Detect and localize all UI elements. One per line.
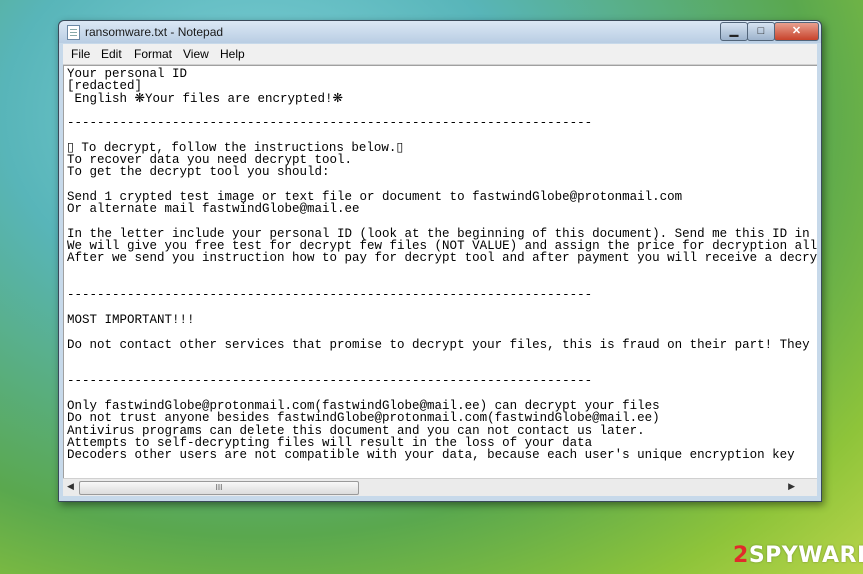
document-text[interactable]: Your personal ID [redacted] English ❋Your… (67, 68, 817, 462)
notepad-icon (67, 25, 80, 40)
document-line: ----------------------------------------… (67, 116, 593, 131)
document-line: Your personal ID (67, 67, 188, 81)
close-button[interactable]: ✕ (774, 22, 819, 41)
size-grip[interactable] (800, 479, 817, 496)
watermark-logo: 2SPYWARE (733, 543, 863, 568)
document-line: Decoders other users are not compatible … (67, 448, 795, 463)
document-line: [redacted] (67, 79, 143, 94)
document-line: English ❋Your files are encrypted!❋ (67, 91, 344, 106)
document-line: To get the decrypt tool you should: (67, 165, 330, 180)
scroll-right-icon[interactable]: ▶ (788, 481, 795, 492)
horizontal-scrollbar[interactable]: ◀ III ▶ (63, 478, 817, 496)
scrollbar-thumb[interactable]: III (79, 481, 359, 495)
minimize-button[interactable]: ▁ (720, 22, 748, 41)
document-line: Or alternate mail fastwindGlobe@mail.ee (67, 202, 360, 217)
watermark-prefix: 2 (733, 543, 749, 568)
title-bar[interactable]: ransomware.txt - Notepad ▁ □ ✕ (59, 21, 821, 43)
watermark-text: SPYWARE (748, 543, 863, 568)
notepad-window: ransomware.txt - Notepad ▁ □ ✕ File Edit… (58, 20, 822, 502)
document-line: Do not contact other services that promi… (67, 337, 810, 352)
document-line: ----------------------------------------… (67, 374, 593, 389)
document-line: MOST IMPORTANT!!! (67, 312, 195, 327)
maximize-button[interactable]: □ (747, 22, 775, 41)
window-title: ransomware.txt - Notepad (85, 25, 224, 39)
menu-file[interactable]: File (71, 47, 90, 61)
document-line: Do not trust anyone besides fastwindGlob… (67, 411, 660, 426)
menu-help[interactable]: Help (220, 47, 245, 61)
document-line: After we send you instruction how to pay… (67, 251, 817, 266)
menu-bar: File Edit Format View Help (63, 44, 817, 65)
scroll-left-icon[interactable]: ◀ (67, 481, 74, 492)
text-editor[interactable]: Your personal ID [redacted] English ❋Your… (63, 65, 817, 479)
menu-edit[interactable]: Edit (101, 47, 122, 61)
document-line: ----------------------------------------… (67, 288, 593, 303)
menu-format[interactable]: Format (134, 47, 172, 61)
menu-view[interactable]: View (183, 47, 209, 61)
